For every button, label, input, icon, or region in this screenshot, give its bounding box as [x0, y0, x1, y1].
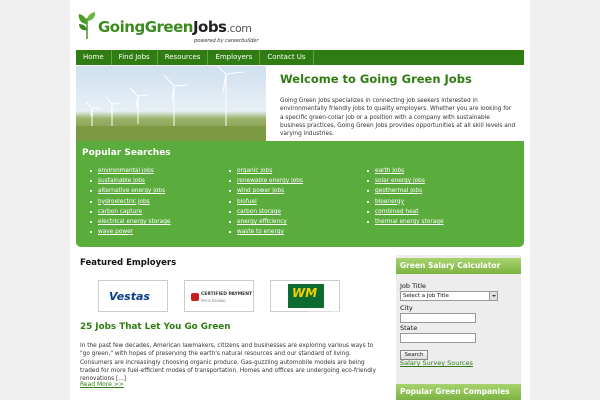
hero: Welcome to Going Green Jobs Going Green …	[76, 66, 524, 141]
vestas-wordmark: Vestas	[109, 290, 150, 303]
logo-text: GoingGreenJobs.com	[98, 18, 252, 36]
popular-link[interactable]: geothermal jobs	[366, 186, 444, 196]
featured-employers-title: Featured Employers	[80, 258, 177, 268]
welcome-intro: Going Green Jobs specializes in connecti…	[280, 98, 516, 138]
city-label: City	[400, 304, 413, 312]
powered-by: powered by careerbuilder	[194, 38, 259, 44]
sidebar: Green Salary Calculator Job Title Select…	[396, 255, 521, 400]
nav-home[interactable]: Home	[76, 50, 112, 65]
popular-companies-title: Popular Green Companies	[396, 384, 521, 400]
popular-searches-title: Popular Searches	[82, 148, 171, 158]
cpp-line-2: PROCESSING	[201, 298, 226, 303]
nav-contact-us[interactable]: Contact Us	[260, 50, 314, 65]
leaf-icon	[78, 12, 96, 40]
logo-green: Green	[144, 18, 194, 36]
popular-link[interactable]: environmental jobs	[89, 166, 170, 176]
popular-link[interactable]: wind power jobs	[228, 186, 303, 196]
wm-letters: WM	[292, 286, 318, 300]
nav-resources[interactable]: Resources	[158, 50, 209, 65]
popular-col-2: organic jobs renewable energy jobs wind …	[228, 166, 303, 237]
state-input[interactable]	[400, 333, 476, 343]
popular-link[interactable]: sustainable jobs	[89, 176, 170, 186]
certified-payment-logo[interactable]: CERTIFIED PAYMENT PROCESSING	[184, 280, 254, 312]
page: GoingGreenJobs.com powered by careerbuil…	[0, 0, 600, 400]
main-nav: Home Find Jobs Resources Employers Conta…	[76, 50, 524, 65]
job-title-selected: Select a Job Title	[403, 293, 449, 299]
popular-link[interactable]: carbon storage	[228, 207, 303, 217]
article-title[interactable]: 25 Jobs That Let You Go Green	[80, 322, 231, 332]
popular-link[interactable]: alternative energy jobs	[89, 186, 170, 196]
salary-calculator-title: Green Salary Calculator	[396, 258, 521, 274]
salary-survey-link[interactable]: Salary Survey Sources	[400, 359, 473, 367]
site-logo[interactable]: GoingGreenJobs.com powered by careerbuil…	[76, 10, 276, 44]
wind-turbines-image	[76, 66, 266, 141]
wm-mark: WM WASTE MANAGEMENT	[288, 284, 341, 314]
popular-searches: Popular Searches environmental jobs sust…	[76, 141, 524, 247]
popular-link[interactable]: wave power	[89, 227, 170, 237]
popular-link[interactable]: solar energy jobs	[366, 176, 444, 186]
popular-link[interactable]: carbon capture	[89, 207, 170, 217]
popular-link[interactable]: earth jobs	[366, 166, 444, 176]
nav-employers[interactable]: Employers	[208, 50, 261, 65]
popular-link[interactable]: hydroelectric jobs	[89, 197, 170, 207]
popular-link[interactable]: thermal energy storage	[366, 217, 444, 227]
popular-link[interactable]: waste to energy	[228, 227, 303, 237]
logo-jobs: Jobs	[192, 18, 227, 36]
main-wrapper: GoingGreenJobs.com powered by careerbuil…	[70, 0, 530, 400]
wm-subtitle: WASTE MANAGEMENT	[308, 310, 342, 314]
popular-link[interactable]: biofuel	[228, 197, 303, 207]
waste-management-logo[interactable]: WM WASTE MANAGEMENT	[270, 280, 341, 314]
cpp-line-1: CERTIFIED PAYMENT	[201, 292, 253, 297]
chevron-down-icon	[489, 292, 497, 300]
popular-link[interactable]: energy efficiency	[228, 217, 303, 227]
header: GoingGreenJobs.com powered by careerbuil…	[70, 0, 530, 48]
job-title-label: Job Title	[400, 282, 427, 290]
state-label: State	[400, 324, 418, 332]
popular-col-3: earth jobs solar energy jobs geothermal …	[366, 166, 444, 227]
popular-link[interactable]: electrical energy storage	[89, 217, 170, 227]
logo-com: .com	[226, 22, 253, 35]
city-input[interactable]	[400, 313, 476, 323]
popular-link[interactable]: organic jobs	[228, 166, 303, 176]
popular-col-1: environmental jobs sustainable jobs alte…	[89, 166, 170, 237]
popular-link[interactable]: combined heat	[366, 207, 444, 217]
read-more-link[interactable]: Read More >>	[80, 381, 124, 388]
job-title-select[interactable]: Select a Job Title	[400, 291, 498, 301]
logo-going: Going	[98, 18, 145, 36]
nav-find-jobs[interactable]: Find Jobs	[112, 50, 158, 65]
cpp-mark-icon	[191, 293, 199, 301]
vestas-logo[interactable]: Vestas	[98, 280, 168, 312]
popular-link[interactable]: renewable energy jobs	[228, 176, 303, 186]
article-body: In the past few decades, American lawmak…	[80, 343, 376, 383]
welcome-title: Welcome to Going Green Jobs	[280, 72, 472, 86]
wind-turbines-illustration	[76, 66, 266, 141]
popular-link[interactable]: bioenergy	[366, 197, 444, 207]
